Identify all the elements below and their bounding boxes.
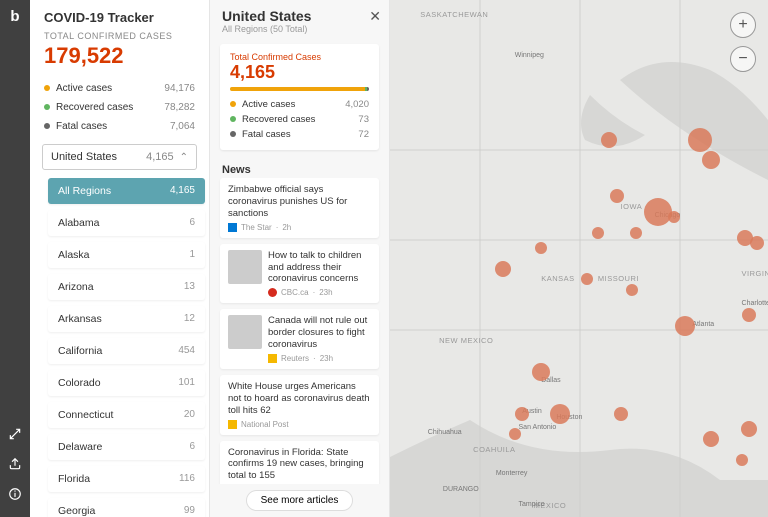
zoom-in-button[interactable]: + [730,12,756,38]
news-list[interactable]: Zimbabwe official says coronavirus punis… [210,178,389,484]
map-hotspot[interactable] [630,227,642,239]
map-state-label: MISSOURI [598,274,639,283]
map-hotspot[interactable] [601,132,617,148]
news-item[interactable]: Zimbabwe official says coronavirus punis… [220,178,379,238]
region-item[interactable]: Alaska1 [48,242,205,268]
news-source: Reuters·23h [268,354,371,363]
news-headline: Zimbabwe official says coronavirus punis… [228,184,371,220]
map-hotspot[interactable] [515,407,529,421]
map-hotspot[interactable] [550,404,570,424]
region-item[interactable]: Connecticut20 [48,402,205,428]
total-label: TOTAL CONFIRMED CASES [30,31,209,41]
map-state-label: NEW MEXICO [439,336,493,345]
news-item[interactable]: Coronavirus in Florida: State confirms 1… [220,441,379,485]
region-all[interactable]: All Regions4,165 [48,178,205,204]
map-state-label: VIRGINIA [742,269,768,278]
news-headline: How to talk to children and address thei… [268,250,371,286]
map-city-label: Tampico [519,501,545,508]
region-list[interactable]: All Regions4,165 Alabama6 Alaska1 Arizona13… [30,178,209,517]
region-selector[interactable]: United States 4,165 ⌃ [42,144,197,170]
info-icon[interactable] [0,479,30,509]
region-selector-name: United States [51,151,117,163]
region-item[interactable]: Arkansas12 [48,306,205,332]
map-state-label: KANSAS [541,274,574,283]
news-item[interactable]: Canada will not rule out border closures… [220,309,379,369]
region-item[interactable]: Arizona13 [48,274,205,300]
map-hotspot[interactable] [688,128,712,152]
tcc-value: 4,165 [230,62,369,83]
map-city-label: Monterrey [496,470,528,477]
zoom-out-button[interactable]: − [730,46,756,72]
tcc-label: Total Confirmed Cases [230,52,369,62]
region-item[interactable]: Delaware6 [48,434,205,460]
news-heading: News [210,158,389,178]
map-state-label: COAHUILA [473,445,515,454]
map-city-label: DURANGO [443,486,479,493]
map-city-label: Chihuahua [428,429,462,436]
map-city-label: Charlotte [742,300,768,307]
map-hotspot[interactable] [675,316,695,336]
news-headline: Coronavirus in Florida: State confirms 1… [228,447,371,483]
map-city-label: San Antonio [519,424,557,431]
app-title: COVID-19 Tracker [30,0,209,31]
summary-card: Total Confirmed Cases 4,165 Active cases… [220,44,379,150]
map-state-label: IOWA [621,202,643,211]
news-thumb [228,250,262,284]
stat-active: Active cases 94,176 [30,79,209,98]
map-hotspot[interactable] [626,284,638,296]
news-source: National Post [228,420,371,429]
fullscreen-icon[interactable] [0,419,30,449]
map-hotspot[interactable] [736,454,748,466]
map-hotspot[interactable] [668,211,680,223]
region-item[interactable]: Colorado101 [48,370,205,396]
detail-subtitle: All Regions (50 Total) [222,24,377,34]
breakdown-bar [230,87,369,91]
region-item[interactable]: Alabama6 [48,210,205,236]
region-item[interactable]: Florida116 [48,466,205,492]
stat-recovered: Recovered cases 78,282 [30,98,209,117]
detail-panel: ✕ United States All Regions (50 Total) T… [210,0,390,517]
map-state-label: SASKATCHEWAN [420,10,488,19]
detail-title: United States [222,8,377,24]
news-item[interactable]: How to talk to children and address thei… [220,244,379,304]
share-icon[interactable] [0,449,30,479]
news-source: CBC.ca·23h [268,288,371,297]
map-city-label: Winnipeg [515,52,544,59]
total-value: 179,522 [30,41,209,79]
map-hotspot[interactable] [592,227,604,239]
see-more-button[interactable]: See more articles [246,490,354,511]
stat-fatal: Fatal cases 7,064 [30,117,209,136]
chevron-up-icon: ⌃ [180,152,188,163]
map-hotspot[interactable] [614,407,628,421]
map-city-label: Atlanta [692,321,714,328]
map-hotspot[interactable] [581,273,593,285]
region-item[interactable]: California454 [48,338,205,364]
news-source: The Star·2h [228,223,371,232]
bing-logo: b [10,8,19,25]
news-headline: White House urges Americans not to hoard… [228,381,371,417]
region-item[interactable]: Georgia99 [48,498,205,517]
sidebar: COVID-19 Tracker TOTAL CONFIRMED CASES 1… [30,0,210,517]
close-icon[interactable]: ✕ [369,8,381,25]
map[interactable]: SASKATCHEWAN IOWA KANSAS MISSOURI VIRGINIA NE… [390,0,768,517]
news-headline: Canada will not rule out border closures… [268,315,371,351]
map-hotspot[interactable] [509,428,521,440]
utility-rail: b [0,0,30,517]
map-hotspot[interactable] [750,236,764,250]
region-selector-count: 4,165 [146,151,174,163]
news-item[interactable]: White House urges Americans not to hoard… [220,375,379,435]
news-thumb [228,315,262,349]
